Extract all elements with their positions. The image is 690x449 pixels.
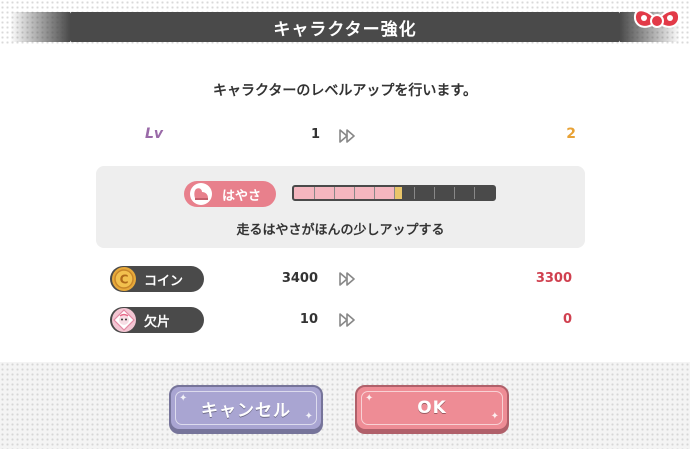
bow-icon bbox=[633, 9, 681, 28]
fragment-label: 欠片 bbox=[144, 314, 171, 330]
coin-current: 3400 bbox=[281, 271, 318, 286]
level-next: 2 bbox=[566, 126, 576, 142]
fragment-current: 10 bbox=[299, 312, 318, 327]
coin-arrow-icon bbox=[339, 272, 355, 286]
skill-bar-divider bbox=[474, 187, 475, 199]
sparkle-icon: ✦ bbox=[490, 411, 499, 422]
coin-icon: C bbox=[112, 267, 136, 291]
skill-bar-divider bbox=[414, 187, 415, 199]
skill-description: 走るはやさがほんの少しアップする bbox=[236, 223, 445, 238]
skill-bar-divider bbox=[354, 187, 355, 199]
ok-button-label: OK bbox=[417, 398, 447, 418]
skill-bar-divider bbox=[374, 187, 375, 199]
sparkle-icon: ✦ bbox=[304, 411, 313, 422]
coin-chip: C コイン bbox=[110, 266, 204, 292]
character-fragment-icon bbox=[112, 308, 136, 332]
skill-bar-divider bbox=[454, 187, 455, 199]
cancel-button[interactable]: ✦ ✦ キャンセル bbox=[169, 385, 323, 431]
sparkle-icon: ✦ bbox=[365, 393, 374, 404]
fragment-chip: 欠片 bbox=[110, 307, 204, 333]
skill-bar-divider bbox=[434, 187, 435, 199]
skill-progress-bar bbox=[292, 185, 496, 201]
skill-chip: はやさ bbox=[184, 181, 276, 207]
skill-bar-divider bbox=[394, 187, 395, 199]
fragment-next: 0 bbox=[562, 312, 572, 327]
dialog-title-text: キャラクター強化 bbox=[273, 19, 417, 40]
cancel-button-label: キャンセル bbox=[201, 400, 291, 421]
coin-label: コイン bbox=[144, 273, 184, 289]
skill-bar-divider bbox=[314, 187, 315, 199]
coin-next: 3300 bbox=[535, 271, 572, 286]
level-current: 1 bbox=[310, 127, 320, 142]
skill-name: はやさ bbox=[222, 188, 262, 204]
fragment-arrow-icon bbox=[339, 313, 355, 327]
skill-bar-divider bbox=[334, 187, 335, 199]
skill-bar-fill bbox=[294, 187, 394, 199]
confirmation-message: キャラクターのレベルアップを行います。 bbox=[212, 83, 478, 99]
ok-button[interactable]: ✦ ✦ OK bbox=[355, 385, 509, 431]
running-shoe-icon bbox=[190, 183, 212, 205]
skill-bar-gain bbox=[394, 187, 402, 199]
svg-text:C: C bbox=[120, 273, 129, 287]
footer-dot-pattern bbox=[0, 362, 690, 449]
level-label: Lv bbox=[145, 126, 164, 142]
level-arrow-icon bbox=[339, 129, 355, 143]
dialog-title: キャラクター強化 bbox=[10, 12, 680, 42]
sparkle-icon: ✦ bbox=[179, 393, 188, 404]
